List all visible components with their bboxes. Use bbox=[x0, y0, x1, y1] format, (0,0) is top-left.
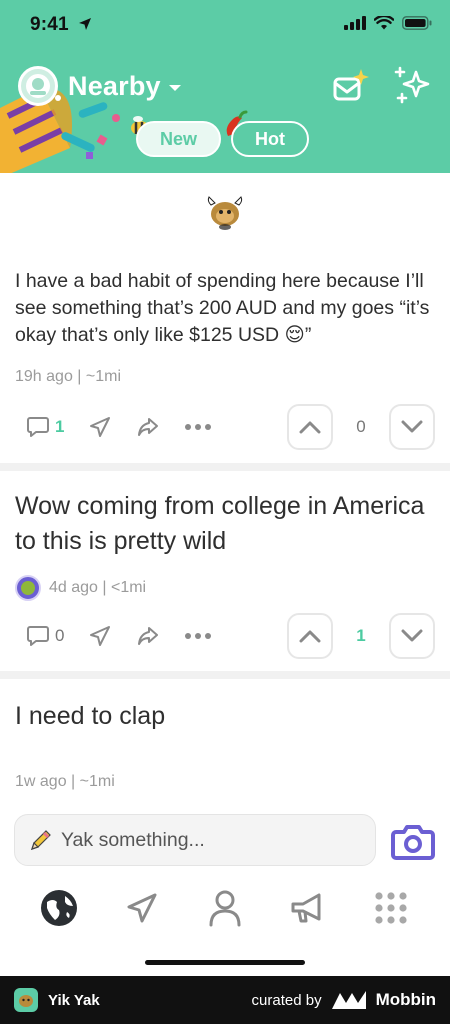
post-card[interactable]: Wow coming from college in America to th… bbox=[0, 471, 450, 671]
status-icons bbox=[344, 16, 432, 30]
sparkles-icon bbox=[394, 66, 430, 104]
header: 9:41 Nearby New Hot bbox=[0, 0, 450, 173]
header-actions bbox=[330, 66, 432, 106]
globe-icon bbox=[41, 890, 78, 926]
send-icon bbox=[90, 626, 111, 646]
downvote-button[interactable] bbox=[389, 404, 435, 450]
more-icon bbox=[185, 424, 212, 430]
post-meta-text: 1w ago | ~1mi bbox=[15, 773, 115, 790]
status-time: 9:41 bbox=[30, 14, 69, 35]
comment-icon bbox=[27, 417, 49, 437]
footer-bar: Yik Yak curated by Mobbin bbox=[0, 976, 450, 1024]
post-text: I need to clap bbox=[15, 702, 166, 730]
upvote-icon bbox=[299, 630, 321, 643]
grid-icon bbox=[374, 892, 407, 924]
nav-home[interactable] bbox=[31, 880, 87, 936]
downvote-icon bbox=[401, 420, 423, 433]
nav-announcements[interactable] bbox=[280, 880, 336, 936]
vote-count: 0 bbox=[356, 417, 366, 436]
chevron-down-icon[interactable] bbox=[167, 83, 183, 93]
post-meta: 1w ago | ~1mi bbox=[15, 773, 115, 791]
post-card[interactable]: I need to clap 1w ago | ~1mi bbox=[0, 679, 450, 809]
tab-new[interactable]: New bbox=[136, 121, 222, 157]
footer-curated-by: curated by bbox=[251, 991, 322, 1009]
footer-brand: Mobbin bbox=[375, 990, 436, 1009]
share-icon bbox=[138, 418, 159, 436]
home-indicator[interactable] bbox=[145, 960, 305, 965]
comment-button[interactable]: 0 bbox=[26, 624, 64, 648]
more-button[interactable] bbox=[184, 632, 212, 640]
location-title[interactable]: Nearby bbox=[68, 71, 161, 102]
yak-mascot-icon bbox=[207, 196, 243, 230]
share-button[interactable] bbox=[136, 624, 160, 648]
post-meta: 4d ago | <1mi bbox=[15, 575, 146, 601]
send-icon bbox=[90, 417, 111, 437]
footer-app: Yik Yak bbox=[14, 988, 100, 1012]
footer-app-name: Yik Yak bbox=[48, 991, 100, 1009]
share-button[interactable] bbox=[136, 415, 160, 439]
sparkles-button[interactable] bbox=[392, 66, 432, 106]
divider bbox=[0, 671, 450, 679]
battery-icon bbox=[402, 16, 432, 30]
post-actions: 1 0 bbox=[26, 404, 435, 450]
inbox-button[interactable] bbox=[330, 66, 370, 106]
profile-icon bbox=[209, 890, 241, 927]
location-arrow-icon bbox=[79, 18, 91, 30]
post-card[interactable]: I have a bad habit of spending here beca… bbox=[0, 173, 450, 463]
send-button[interactable] bbox=[88, 415, 112, 439]
upvote-button[interactable] bbox=[287, 613, 333, 659]
share-icon bbox=[138, 627, 159, 645]
camera-icon bbox=[391, 825, 435, 860]
post-actions: 0 1 bbox=[26, 613, 435, 659]
send-button[interactable] bbox=[88, 624, 112, 648]
more-button[interactable] bbox=[184, 423, 212, 431]
megaphone-icon bbox=[291, 893, 321, 923]
composer-placeholder: Yak something... bbox=[61, 828, 205, 851]
inbox-sparkle-icon bbox=[333, 69, 369, 101]
bottom-nav bbox=[0, 880, 450, 936]
post-text: Wow coming from college in America to th… bbox=[15, 492, 425, 555]
status-bar: 9:41 bbox=[0, 0, 450, 50]
feed-tabs: New Hot bbox=[136, 121, 310, 157]
user-avatar-icon bbox=[15, 575, 41, 601]
downvote-icon bbox=[401, 629, 423, 642]
vote-control: 0 bbox=[287, 404, 435, 450]
vote-control: 1 bbox=[287, 613, 435, 659]
comment-count: 1 bbox=[55, 417, 65, 436]
location-selector[interactable]: Nearby bbox=[18, 66, 183, 106]
nav-messages[interactable] bbox=[114, 880, 170, 936]
yik-yak-logo-icon bbox=[14, 988, 38, 1012]
nav-profile[interactable] bbox=[197, 880, 253, 936]
footer-credit: curated by Mobbin bbox=[252, 990, 436, 1010]
downvote-button[interactable] bbox=[389, 613, 435, 659]
tab-hot[interactable]: Hot bbox=[231, 121, 310, 157]
comment-icon bbox=[27, 626, 49, 646]
post-meta-text: 4d ago | <1mi bbox=[49, 579, 147, 596]
wifi-icon bbox=[374, 16, 394, 30]
comment-button[interactable]: 1 bbox=[26, 415, 64, 439]
yak-composer-input[interactable]: Yak something... bbox=[14, 814, 376, 866]
post-meta-text: 19h ago | ~1mi bbox=[15, 368, 122, 385]
vote-count: 1 bbox=[356, 626, 366, 645]
divider bbox=[0, 463, 450, 471]
comment-count: 0 bbox=[55, 626, 65, 645]
pencil-icon bbox=[31, 830, 51, 850]
nav-more[interactable] bbox=[363, 880, 419, 936]
send-nav-icon bbox=[127, 893, 157, 923]
upvote-icon bbox=[299, 421, 321, 434]
post-meta: 19h ago | ~1mi bbox=[15, 368, 121, 386]
avatar-badge-icon[interactable] bbox=[18, 66, 58, 106]
more-icon bbox=[185, 633, 212, 639]
signal-icon bbox=[344, 16, 366, 30]
post-text: I have a bad habit of spending here beca… bbox=[15, 270, 430, 346]
upvote-button[interactable] bbox=[287, 404, 333, 450]
camera-button[interactable] bbox=[390, 818, 436, 864]
mobbin-logo-icon bbox=[331, 991, 366, 1009]
